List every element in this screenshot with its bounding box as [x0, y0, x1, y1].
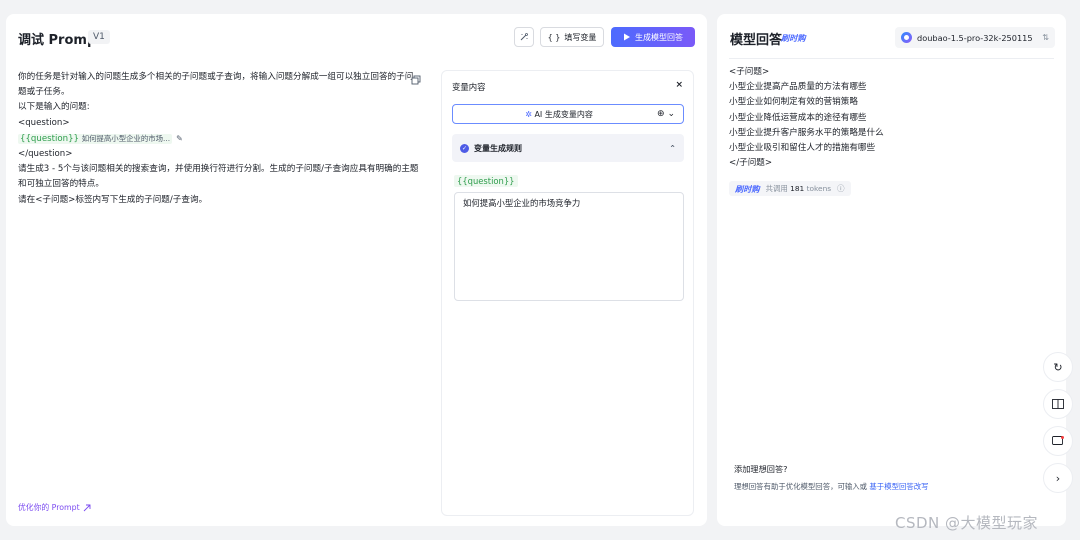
prompt-line: </question> [18, 149, 73, 160]
model-selector[interactable]: doubao-1.5-pro-32k-250115 ⇅ [895, 27, 1055, 48]
model-logo-icon [901, 32, 912, 43]
prompt-editor[interactable]: 你的任务是针对输入的问题生成多个相关的子问题或子查询，将输入问题分解成一组可以独… [18, 70, 433, 208]
version-badge: V1 [88, 30, 110, 44]
answer-line: 小型企业吸引和留住人才的措施有哪些 [729, 143, 876, 154]
book-icon[interactable] [1043, 389, 1073, 419]
prompt-panel: 调试 Prompt V1 { } 填写变量 生成模型回答 你的任务是针对输入的问… [6, 14, 707, 526]
answer-line: 小型企业如何制定有效的营销策略 [729, 97, 858, 108]
prompt-line: 以下是输入的问题: [18, 102, 90, 113]
prompt-line: 你的任务是针对输入的问题生成多个相关的子问题或子查询，将输入问题分解成一组可以独… [18, 72, 414, 82]
prompt-line: 请在<子问题>标签内写下生成的子问题/子查询。 [18, 194, 208, 205]
chevron-right-icon[interactable]: › [1043, 463, 1073, 493]
token-usage: 刷时购 共调用 181 tokens ⓘ [729, 181, 851, 196]
prompt-line: 和可独立回答的特点。 [18, 179, 104, 190]
history-icon[interactable]: ↻ [1043, 352, 1073, 382]
variables-panel: 变量内容 × ✲ AI 生成变量内容 ⊕ ⌄ ✓ 变量生成规则 ⌃ {{ques… [441, 70, 694, 516]
generate-answer-button[interactable]: 生成模型回答 [611, 27, 695, 47]
magic-wand-icon: ✲ [525, 109, 532, 119]
globe-icon[interactable]: ⊕ ⌄ [657, 109, 675, 119]
ai-generate-variables-button[interactable]: ✲ AI 生成变量内容 ⊕ ⌄ [452, 104, 684, 124]
ai-generate-label: AI 生成变量内容 [534, 109, 593, 119]
feedback-icon[interactable] [1043, 426, 1073, 456]
variable-rule-row[interactable]: ✓ 变量生成规则 ⌃ [452, 134, 684, 162]
pencil-icon[interactable]: ✎ [176, 134, 183, 143]
variable-chip-value: 如何提高小型企业的市场... [81, 133, 171, 143]
ideal-answer-desc: 理想回答有助于优化模型回答，可输入或 基于模型回答改写 [734, 482, 929, 491]
check-circle-icon: ✓ [460, 143, 469, 153]
magic-wand-icon [520, 33, 528, 41]
variable-chip-name: {{question}} [20, 133, 79, 144]
prompt-line: <question> [18, 117, 70, 128]
rewrite-answer-link[interactable]: 基于模型回答改写 [869, 482, 928, 491]
braces-icon: { } [547, 32, 561, 42]
realtime-badge: 刷时购 [781, 33, 806, 43]
variables-title: 变量内容 [452, 82, 486, 92]
fill-variables-label: 填写变量 [564, 32, 597, 42]
generate-answer-label: 生成模型回答 [635, 32, 683, 42]
play-icon [624, 33, 630, 41]
optimize-prompt-label: 优化你的 Prompt [18, 503, 80, 512]
variable-chip[interactable]: {{question}} 如何提高小型企业的市场... [18, 133, 173, 144]
external-link-icon [83, 504, 91, 511]
divider [729, 58, 1054, 59]
prompt-line: 请生成3 - 5个与该问题相关的搜索查询，并使用换行符进行分割。生成的子问题/子… [18, 164, 419, 175]
token-realtime-badge: 刷时购 [735, 183, 760, 194]
variable-rule-label: 变量生成规则 [474, 143, 522, 153]
answer-line: 小型企业提高产品质量的方法有哪些 [729, 82, 867, 93]
answer-line: 小型企业降低运营成本的途径有哪些 [729, 112, 867, 123]
answer-line: 小型企业提升客户服务水平的策略是什么 [729, 127, 884, 138]
watermark: CSDN @大模型玩家 [895, 514, 1039, 532]
answer-title: 模型回答 [730, 33, 783, 48]
variable-line: {{question}} 如何提高小型企业的市场... ✎ [18, 131, 433, 147]
fill-variables-button[interactable]: { } 填写变量 [540, 27, 604, 47]
ideal-answer-title: 添加理想回答? [734, 464, 788, 474]
model-name: doubao-1.5-pro-32k-250115 [917, 32, 1033, 43]
optimize-prompt-link[interactable]: 优化你的 Prompt [18, 502, 91, 513]
variable-tag: {{question}} [454, 175, 518, 187]
copy-icon[interactable] [411, 75, 421, 85]
variable-value-input[interactable]: 如何提高小型企业的市场竞争力 [454, 192, 684, 301]
model-answer: <子问题> 小型企业提高产品质量的方法有哪些 小型企业如何制定有效的营销策略 小… [729, 65, 1054, 171]
chevron-up-icon[interactable]: ⌃ [669, 144, 676, 153]
answer-line: <子问题> [729, 67, 770, 77]
prompt-line: 题或子任务。 [18, 87, 70, 98]
answer-line: </子问题> [729, 158, 773, 169]
close-icon[interactable]: × [675, 80, 683, 90]
answer-panel: 模型回答 刷时购 doubao-1.5-pro-32k-250115 ⇅ <子问… [717, 14, 1066, 526]
info-icon[interactable]: ⓘ [837, 183, 844, 194]
swap-icon: ⇅ [1042, 33, 1049, 42]
token-text: 共调用 181 tokens [765, 184, 832, 193]
magic-button[interactable] [514, 27, 534, 47]
